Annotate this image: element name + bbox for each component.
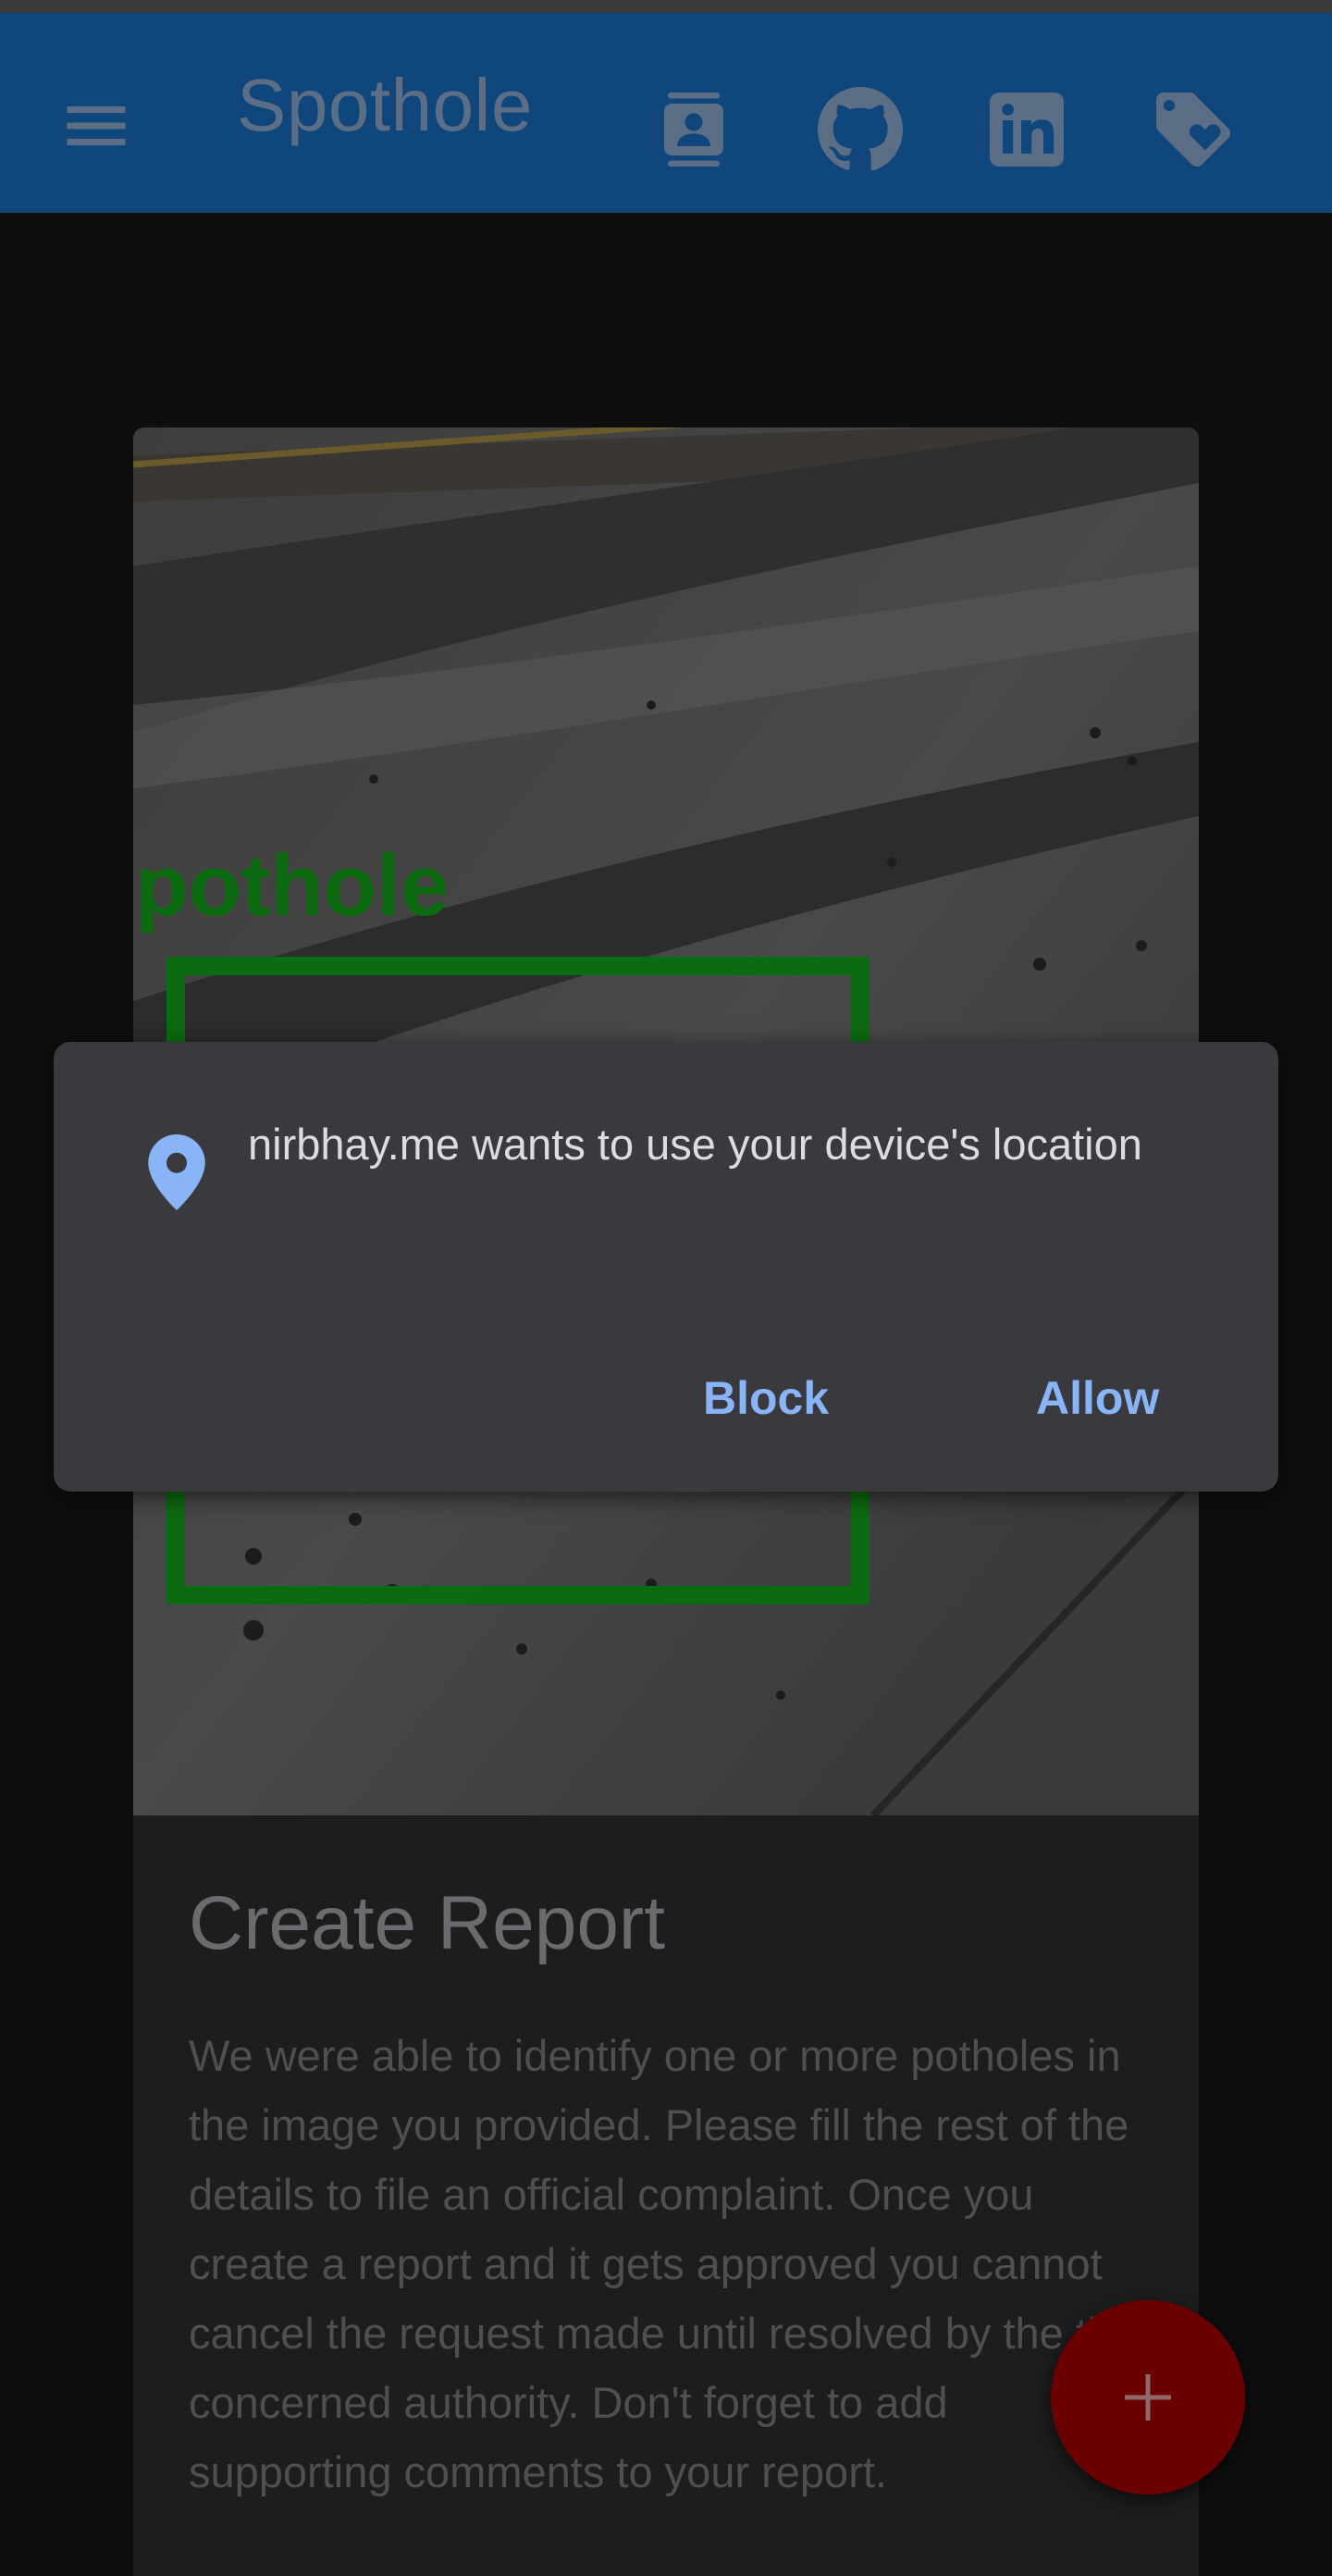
detection-label: pothole: [135, 836, 450, 934]
card-heading: Create Report: [189, 1881, 666, 1965]
allow-button[interactable]: Allow: [1036, 1371, 1159, 1425]
linkedin-icon[interactable]: [982, 85, 1071, 174]
contact-icon[interactable]: [649, 85, 738, 174]
block-button[interactable]: Block: [703, 1371, 829, 1425]
card-description: We were able to identify one or more pot…: [189, 2031, 1137, 2496]
status-bar: [0, 0, 1332, 13]
add-report-button[interactable]: [1051, 2300, 1245, 2495]
app-title: Spothole: [237, 64, 533, 146]
menu-icon[interactable]: [57, 87, 135, 165]
location-permission-dialog: nirbhay.me wants to use your device's lo…: [54, 1042, 1278, 1492]
plus-icon: [1125, 2374, 1171, 2421]
app-bar: Spothole: [0, 13, 1332, 213]
permission-message: nirbhay.me wants to use your device's lo…: [248, 1120, 1142, 1169]
location-pin-icon: [148, 1134, 205, 1210]
github-icon[interactable]: [816, 85, 905, 174]
tag-heart-icon[interactable]: [1149, 85, 1238, 174]
report-card: pothole Create Report We were able to id…: [133, 427, 1199, 2576]
